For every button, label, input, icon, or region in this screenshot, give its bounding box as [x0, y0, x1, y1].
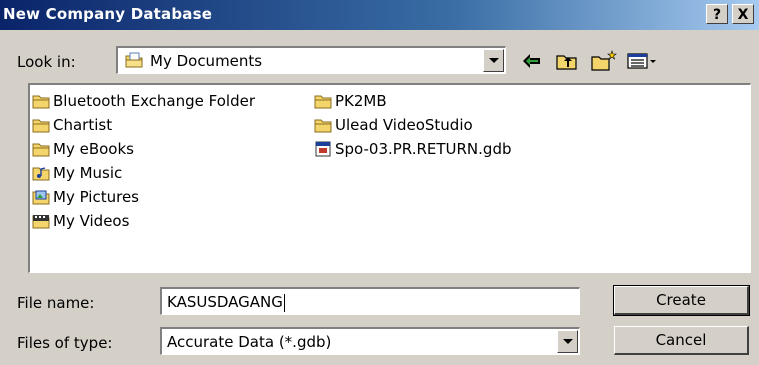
list-item-label: My Music [53, 164, 123, 182]
list-item[interactable]: My Videos [32, 211, 129, 231]
list-item[interactable]: Ulead VideoStudio [314, 115, 473, 135]
help-button[interactable]: ? [706, 4, 728, 24]
filename-input[interactable]: KASUSDAGANG [160, 287, 580, 315]
list-item[interactable]: Bluetooth Exchange Folder [32, 91, 255, 111]
chevron-down-icon [489, 58, 499, 63]
folder-icon [314, 117, 332, 133]
lookin-value: My Documents [150, 52, 263, 70]
filetype-dropdown-button[interactable] [557, 330, 578, 353]
filetype-value: Accurate Data (*.gdb) [167, 333, 332, 351]
close-button[interactable]: X [732, 4, 754, 24]
title-bar: New Company Database ? X [0, 0, 759, 30]
lookin-dropdown-button[interactable] [483, 49, 504, 72]
my-documents-icon [124, 51, 144, 73]
view-menu-icon[interactable] [627, 50, 659, 72]
lookin-label: Look in: [17, 53, 76, 71]
up-folder-icon[interactable] [555, 50, 579, 72]
cancel-button[interactable]: Cancel [614, 326, 749, 355]
filetype-dropdown[interactable]: Accurate Data (*.gdb) [160, 327, 580, 355]
list-item[interactable]: My eBooks [32, 139, 134, 159]
list-item-label: My Pictures [53, 188, 139, 206]
list-item-label: Chartist [53, 116, 113, 134]
filetype-label: Files of type: [17, 334, 113, 352]
back-arrow-icon[interactable] [520, 50, 544, 72]
folder-icon [32, 117, 50, 133]
list-item-label: Spo-03.PR.RETURN.gdb [335, 140, 512, 158]
new-folder-icon[interactable] [590, 50, 618, 72]
folder-icon [32, 141, 50, 157]
list-item-label: My eBooks [53, 140, 134, 158]
list-item[interactable]: My Music [32, 163, 122, 183]
list-item-label: Bluetooth Exchange Folder [53, 92, 256, 110]
filename-label: File name: [17, 294, 95, 312]
list-item-label: Ulead VideoStudio [335, 116, 473, 134]
list-item[interactable]: Spo-03.PR.RETURN.gdb [314, 139, 511, 159]
music-folder-icon [32, 165, 50, 181]
create-button[interactable]: Create [613, 285, 750, 316]
videos-folder-icon [32, 213, 50, 229]
folder-icon [32, 93, 50, 109]
filename-value: KASUSDAGANG [167, 293, 283, 311]
lookin-dropdown[interactable]: My Documents [116, 46, 506, 74]
list-item-label: PK2MB [335, 92, 387, 110]
text-cursor [283, 293, 285, 312]
window-title: New Company Database [3, 5, 213, 23]
pictures-folder-icon [32, 189, 50, 205]
chevron-down-icon [563, 339, 573, 344]
list-item[interactable]: Chartist [32, 115, 112, 135]
list-item[interactable]: My Pictures [32, 187, 139, 207]
folder-icon [314, 93, 332, 109]
list-item-label: My Videos [53, 212, 130, 230]
list-item[interactable]: PK2MB [314, 91, 387, 111]
file-list[interactable]: Bluetooth Exchange Folder Chartist My eB… [28, 83, 751, 273]
gdb-file-icon [314, 141, 332, 157]
